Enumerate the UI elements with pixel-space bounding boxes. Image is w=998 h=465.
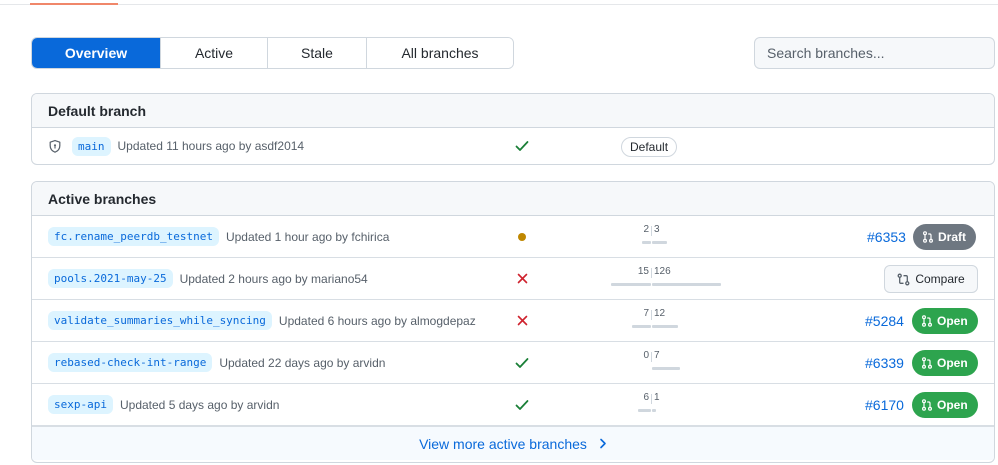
active-branches-box: Active branches fc.rename_peerdb_testnet… (31, 181, 995, 463)
default-badge: Default (621, 137, 678, 157)
ahead-bar (652, 283, 721, 286)
pull-request-link[interactable]: #6170 (865, 384, 904, 425)
branch-name-link[interactable]: validate_summaries_while_syncing (48, 311, 272, 330)
search-branches-input[interactable] (754, 37, 995, 69)
pr-open-badge[interactable]: Open (912, 392, 978, 418)
pr-open-badge[interactable]: Open (912, 308, 978, 334)
branch-updated-text: Updated 22 days ago by arvidn (219, 355, 386, 370)
branch-name-link[interactable]: sexp-api (48, 395, 113, 414)
pr-state-label: Open (937, 314, 968, 328)
branch-updated-text: Updated 1 hour ago by fchirica (225, 229, 390, 244)
ahead-behind-indicator: 7 12 (492, 308, 752, 328)
selected-nav-underline (30, 3, 118, 5)
behind-bar (611, 283, 651, 286)
compare-button[interactable]: Compare (884, 265, 978, 293)
default-branch-heading: Default branch (32, 94, 994, 128)
compare-label: Compare (915, 272, 965, 286)
ahead-behind-divider (651, 394, 652, 404)
ahead-behind-divider (651, 352, 652, 362)
pr-open-badge[interactable]: Open (912, 350, 978, 376)
branch-updated-text: Updated 11 hours ago by asdf2014 (117, 139, 305, 153)
pr-state-label: Open (937, 356, 968, 370)
branch-name-link[interactable]: main (72, 136, 111, 156)
branch-row: sexp-api Updated 5 days ago by arvidn 6 … (32, 384, 994, 426)
ahead-count: 12 (654, 308, 666, 319)
behind-count: 15 (637, 266, 649, 277)
branch-name-link[interactable]: pools.2021-may-25 (48, 269, 173, 288)
behind-count: 2 (643, 224, 649, 235)
tab-all-branches[interactable]: All branches (367, 38, 513, 68)
branch-updated-text: Updated 5 days ago by arvidn (119, 397, 280, 412)
branch-name-link[interactable]: rebased-check-int-range (48, 353, 213, 372)
header-divider (0, 4, 998, 5)
git-compare-icon (897, 273, 910, 285)
tab-overview[interactable]: Overview (32, 38, 161, 68)
pr-state-label: Open (937, 398, 968, 412)
behind-count: 6 (643, 392, 649, 403)
ahead-behind-indicator: 0 7 (492, 350, 752, 370)
ahead-count: 3 (654, 224, 660, 235)
ahead-count: 7 (654, 350, 660, 361)
pull-request-link[interactable]: #6353 (867, 216, 906, 257)
tab-stale[interactable]: Stale (268, 38, 367, 68)
ahead-bar (652, 325, 678, 328)
default-branch-box: Default branch main Updated 11 hours ago… (31, 93, 995, 165)
git-pull-request-icon (922, 315, 932, 327)
ahead-behind-divider (651, 226, 652, 236)
branch-row: pools.2021-may-25 Updated 2 hours ago by… (32, 258, 994, 300)
git-pull-request-icon (922, 399, 932, 411)
branch-row: fc.rename_peerdb_testnet Updated 1 hour … (32, 216, 994, 258)
behind-bar (638, 409, 651, 412)
branch-row-default: main Updated 11 hours ago by asdf2014 De… (32, 128, 994, 164)
ahead-behind-indicator: 2 3 (492, 224, 752, 244)
branch-name-link[interactable]: fc.rename_peerdb_testnet (48, 227, 219, 246)
ahead-behind-divider (651, 268, 652, 278)
shield-icon (48, 138, 64, 154)
ahead-count: 126 (654, 266, 671, 277)
check-icon[interactable] (512, 128, 532, 164)
ahead-behind-indicator: 15 126 (492, 266, 752, 286)
behind-bar (632, 325, 651, 328)
ahead-behind-indicator: 6 1 (492, 392, 752, 412)
ahead-bar (652, 409, 656, 412)
branch-updated-text: Updated 2 hours ago by mariano54 (179, 271, 368, 286)
pull-request-link[interactable]: #5284 (865, 300, 904, 341)
behind-count: 7 (643, 308, 649, 319)
branch-filter-tabs: Overview Active Stale All branches (31, 37, 514, 69)
tab-active[interactable]: Active (161, 38, 268, 68)
ahead-bar (652, 241, 667, 244)
pull-request-link[interactable]: #6339 (865, 342, 904, 383)
git-pull-request-icon (923, 231, 933, 243)
behind-count: 0 (643, 350, 649, 361)
pr-state-label: Draft (938, 230, 967, 244)
chevron-right-icon (599, 436, 607, 452)
view-more-label: View more active branches (419, 435, 587, 452)
pr-draft-badge[interactable]: Draft (913, 224, 977, 250)
git-pull-request-icon (922, 357, 932, 369)
branch-row: validate_summaries_while_syncing Updated… (32, 300, 994, 342)
branch-updated-text: Updated 6 hours ago by almogdepaz (278, 313, 476, 328)
active-branches-heading: Active branches (32, 182, 994, 216)
branch-row: rebased-check-int-range Updated 22 days … (32, 342, 994, 384)
ahead-behind-divider (651, 310, 652, 320)
view-more-active-branches-link[interactable]: View more active branches (32, 426, 994, 460)
ahead-bar (652, 367, 680, 370)
ahead-count: 1 (654, 392, 660, 403)
behind-bar (642, 241, 651, 244)
